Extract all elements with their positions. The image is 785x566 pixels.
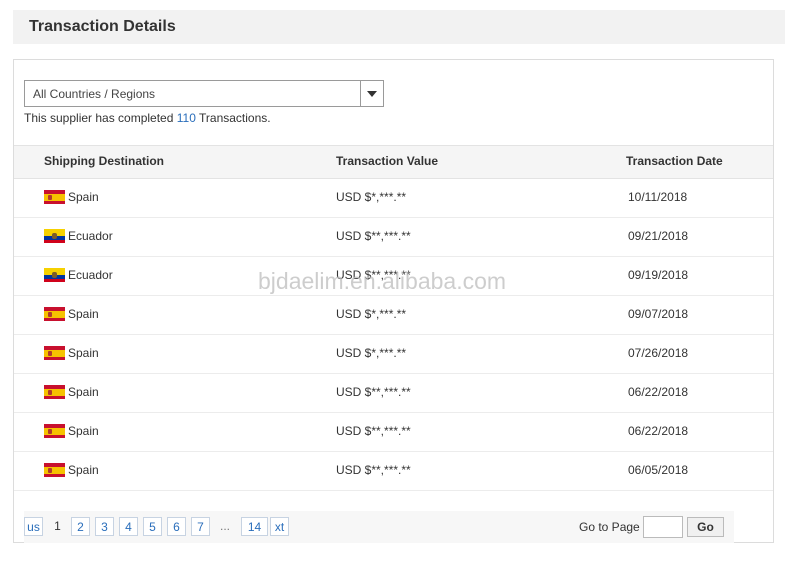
chevron-down-icon <box>367 91 377 97</box>
page-link-7[interactable]: 7 <box>191 517 210 536</box>
value-cell: USD $**,***.** <box>336 463 411 477</box>
transaction-panel: All Countries / Regions This supplier ha… <box>13 59 774 543</box>
destination-cell: Spain <box>68 424 99 438</box>
destination-cell: Ecuador <box>68 229 113 243</box>
value-cell: USD $*,***.** <box>336 190 407 204</box>
value-cell: USD $**,***.** <box>336 424 411 438</box>
destination-cell: Spain <box>68 346 99 360</box>
column-header-destination: Shipping Destination <box>44 154 164 168</box>
value-cell: USD $*,***.** <box>336 346 407 360</box>
destination-cell: Spain <box>68 463 99 477</box>
date-cell: 07/26/2018 <box>628 346 689 360</box>
column-header-date: Transaction Date <box>626 154 723 168</box>
table-header: Shipping Destination Transaction Value T… <box>14 145 773 179</box>
destination-cell: Spain <box>68 307 99 321</box>
spain-flag-icon <box>44 385 65 399</box>
date-cell: 09/07/2018 <box>628 307 689 321</box>
goto-page-label: Go to Page <box>579 520 640 534</box>
spain-flag-icon <box>44 424 65 438</box>
summary-prefix: This supplier has completed <box>24 111 174 125</box>
date-cell: 09/19/2018 <box>628 268 689 282</box>
page-link-14[interactable]: 14 <box>241 517 268 536</box>
date-cell: 10/11/2018 <box>628 190 688 204</box>
previous-page-button[interactable]: us <box>24 517 43 536</box>
destination-cell: Spain <box>68 385 99 399</box>
table-row: Spain USD $*,***.** 10/11/2018 <box>14 178 773 218</box>
transaction-count: 110 <box>176 111 196 125</box>
date-cell: 09/21/2018 <box>628 229 689 243</box>
table-row: Spain USD $**,***.** 06/22/2018 <box>14 412 773 452</box>
value-cell: USD $**,***.** <box>336 229 411 243</box>
value-cell: USD $**,***.** <box>336 385 411 399</box>
ecuador-flag-icon <box>44 229 65 243</box>
spain-flag-icon <box>44 190 65 204</box>
dropdown-toggle[interactable] <box>360 81 383 106</box>
table-row: Spain USD $**,***.** 06/22/2018 <box>14 373 773 413</box>
country-region-dropdown[interactable]: All Countries / Regions <box>24 80 384 107</box>
next-page-button[interactable]: xt <box>270 517 289 536</box>
column-header-value: Transaction Value <box>336 154 439 168</box>
table-row: Spain USD $*,***.** 07/26/2018 <box>14 334 773 374</box>
spain-flag-icon <box>44 463 65 477</box>
table-row: Ecuador USD $**,***.** 09/21/2018 <box>14 217 773 257</box>
ecuador-flag-icon <box>44 268 65 282</box>
value-cell: USD $*,***.** <box>336 307 407 321</box>
transaction-summary: This supplier has completed 110 Transact… <box>24 111 271 125</box>
page-link-6[interactable]: 6 <box>167 517 186 536</box>
date-cell: 06/05/2018 <box>628 463 689 477</box>
page-link-5[interactable]: 5 <box>143 517 162 536</box>
destination-cell: Ecuador <box>68 268 113 282</box>
page-ellipsis: ... <box>220 519 231 533</box>
date-cell: 06/22/2018 <box>628 385 689 399</box>
section-title: Transaction Details <box>29 18 176 35</box>
page-link-4[interactable]: 4 <box>119 517 138 536</box>
date-cell: 06/22/2018 <box>628 424 689 438</box>
page-link-2[interactable]: 2 <box>71 517 90 536</box>
goto-page-input[interactable] <box>643 516 683 538</box>
page-link-3[interactable]: 3 <box>95 517 114 536</box>
pagination-bar: us 1 2 3 4 5 6 7 ... 14 xt Go to Page Go <box>24 511 734 543</box>
section-header: Transaction Details <box>13 10 785 44</box>
table-row: Spain USD $*,***.** 09/07/2018 <box>14 295 773 335</box>
spain-flag-icon <box>44 307 65 321</box>
table-row: Spain USD $**,***.** 06/05/2018 <box>14 451 773 491</box>
go-button[interactable]: Go <box>687 517 724 537</box>
spain-flag-icon <box>44 346 65 360</box>
watermark-text: bjdaelim.en.alibaba.com <box>258 268 507 294</box>
dropdown-selected-value: All Countries / Regions <box>33 87 156 101</box>
destination-cell: Spain <box>68 190 99 204</box>
summary-suffix: Transactions. <box>199 111 271 125</box>
page-current: 1 <box>54 519 61 533</box>
